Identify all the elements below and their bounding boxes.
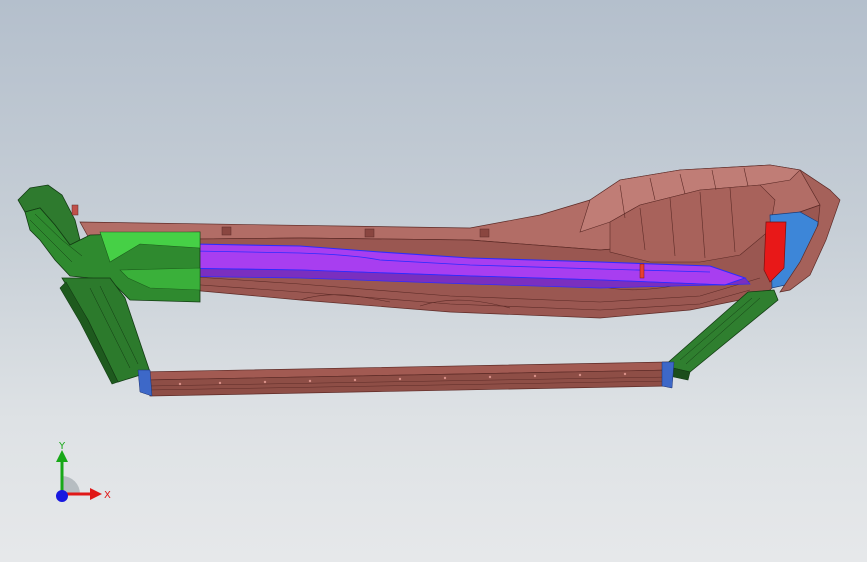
sill-tab [479, 228, 490, 238]
reference-triad: Y X [56, 441, 111, 502]
sill-tab [221, 226, 232, 236]
left-bracket-clip [71, 204, 79, 216]
x-axis-arrowhead-icon [90, 488, 102, 500]
graphics-viewport[interactable]: Y X [0, 0, 867, 562]
sill-tab [364, 228, 375, 238]
left-green-bracket[interactable] [17, 184, 201, 385]
channel-pin [639, 263, 645, 279]
rail-end-left [137, 369, 153, 397]
rail-end-right [661, 361, 675, 389]
z-axis-dot-icon [56, 490, 68, 502]
x-axis-label: X [104, 490, 111, 501]
y-axis-label: Y [58, 441, 66, 452]
cad-model-view[interactable] [0, 0, 867, 562]
lower-rail[interactable] [137, 361, 675, 397]
